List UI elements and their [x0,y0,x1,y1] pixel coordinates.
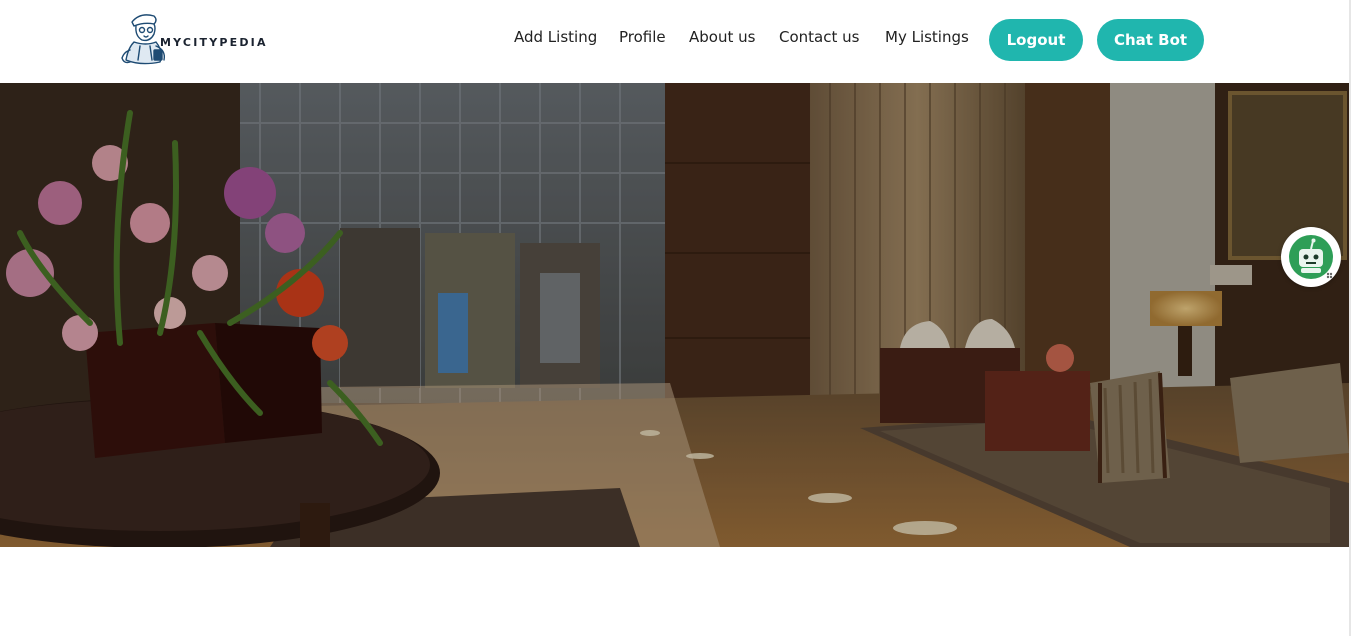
hero-banner [0,83,1349,547]
site-logo[interactable]: MYCITYPEDIA [120,10,268,68]
nav-profile[interactable]: Profile [619,28,666,46]
logo-text: MYCITYPEDIA [160,35,268,49]
chat-bot-button[interactable]: Chat Bot [1097,19,1204,61]
nav-my-listings[interactable]: My Listings [885,28,969,46]
robot-icon [1289,235,1333,279]
nav-contact-us[interactable]: Contact us [779,28,859,46]
chatbot-floating-button[interactable] [1281,227,1341,287]
logout-button[interactable]: Logout [989,19,1083,61]
nav-about-us[interactable]: About us [689,28,755,46]
hotel-lobby-image [0,83,1349,547]
site-header: MYCITYPEDIA Add Listing Profile About us… [0,0,1349,83]
nav-add-listing[interactable]: Add Listing [514,28,597,46]
